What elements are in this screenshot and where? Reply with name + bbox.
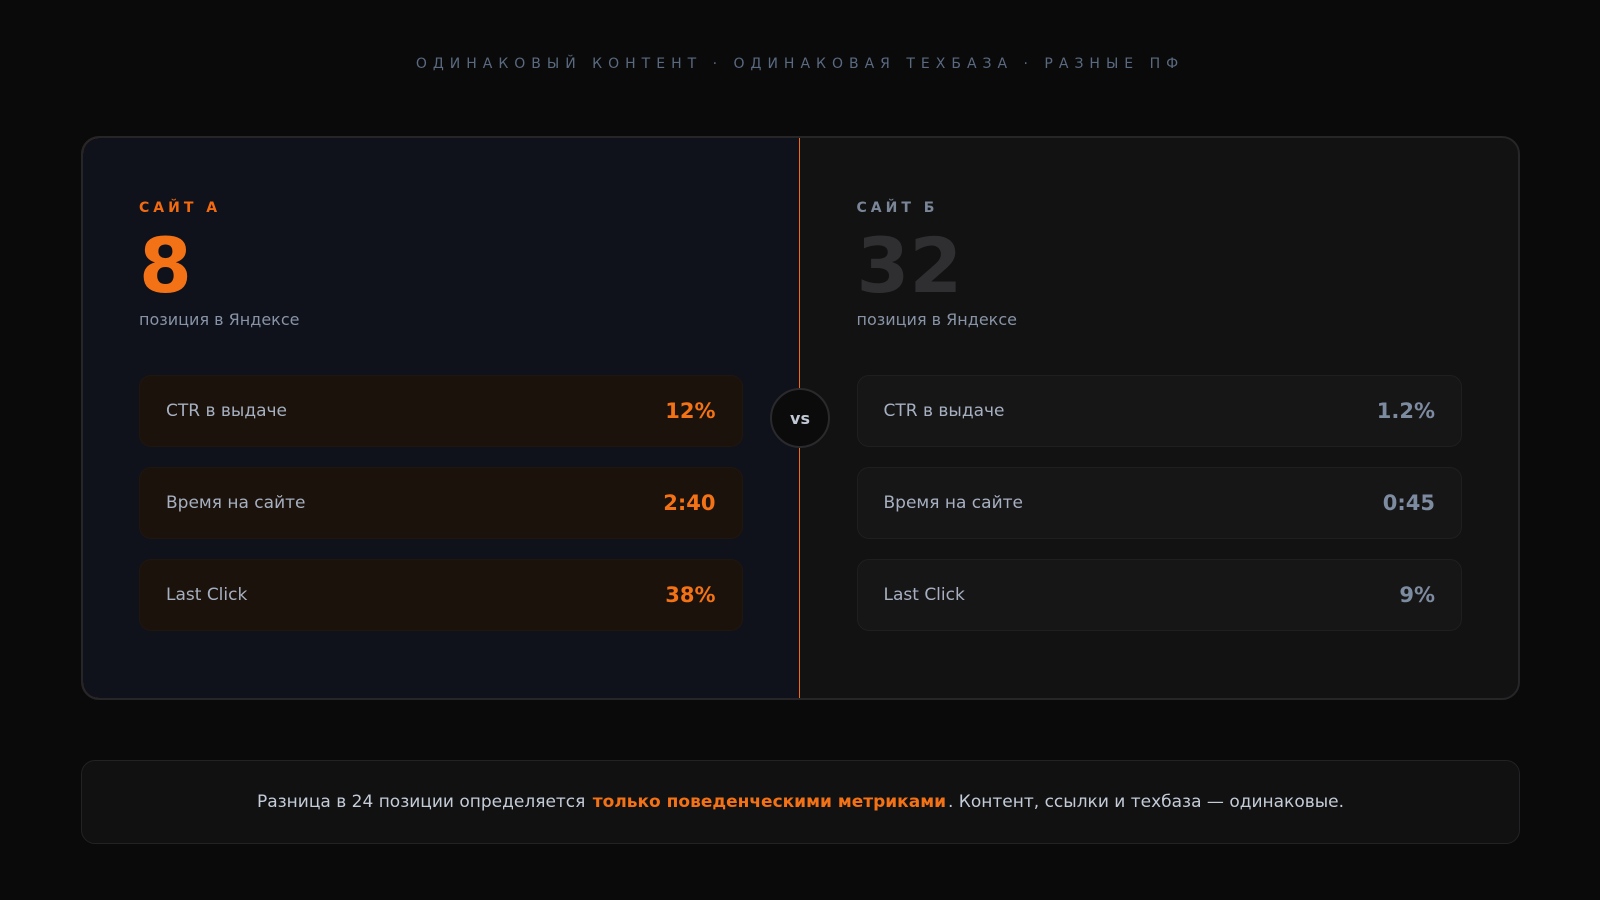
note-text-after: . Контент, ссылки и техбаза — одинаковые… <box>948 792 1345 812</box>
metric-value: 2:40 <box>663 491 716 515</box>
note-text-before: Разница в 24 позиции определяется <box>256 792 586 812</box>
site-a-position: 8 <box>139 221 192 310</box>
site-b-label: САЙТ Б <box>856 200 939 216</box>
metric-label: CTR в выдаче <box>166 401 288 421</box>
site-b-position: 32 <box>856 221 963 310</box>
site-a-panel: САЙТ А 8 позиция в Яндексе CTR в выдаче 1… <box>83 138 800 698</box>
site-a-position-caption: позиция в Яндексе <box>139 310 300 329</box>
note-highlight: только поведенческими метриками <box>592 792 946 812</box>
metric-label: CTR в выдаче <box>883 401 1005 421</box>
metric-value: 9% <box>1399 583 1435 607</box>
site-b-panel: САЙТ Б 32 позиция в Яндексе CTR в выдаче… <box>801 138 1519 698</box>
metric-row: CTR в выдаче 1.2% <box>856 375 1462 447</box>
metric-row: CTR в выдаче 12% <box>139 375 743 447</box>
site-a-label: САЙТ А <box>139 200 222 216</box>
metric-row: Last Click 38% <box>139 559 743 631</box>
metric-label: Время на сайте <box>166 493 306 513</box>
site-b-position-caption: позиция в Яндексе <box>856 310 1017 329</box>
page-subtitle: ОДИНАКОВЫЙ КОНТЕНТ · ОДИНАКОВАЯ ТЕХБАЗА … <box>415 56 1185 72</box>
metric-label: Last Click <box>883 585 965 605</box>
metric-label: Время на сайте <box>883 493 1023 513</box>
metric-value: 12% <box>665 399 716 423</box>
metric-row: Время на сайте 2:40 <box>139 467 743 539</box>
metric-row: Время на сайте 0:45 <box>856 467 1462 539</box>
vs-badge: vs <box>770 388 830 448</box>
conclusion-note: Разница в 24 позиции определяется только… <box>81 760 1520 844</box>
metric-value: 0:45 <box>1382 491 1435 515</box>
metric-value: 38% <box>665 583 716 607</box>
metric-label: Last Click <box>166 585 248 605</box>
metric-row: Last Click 9% <box>856 559 1462 631</box>
metric-value: 1.2% <box>1376 399 1435 423</box>
